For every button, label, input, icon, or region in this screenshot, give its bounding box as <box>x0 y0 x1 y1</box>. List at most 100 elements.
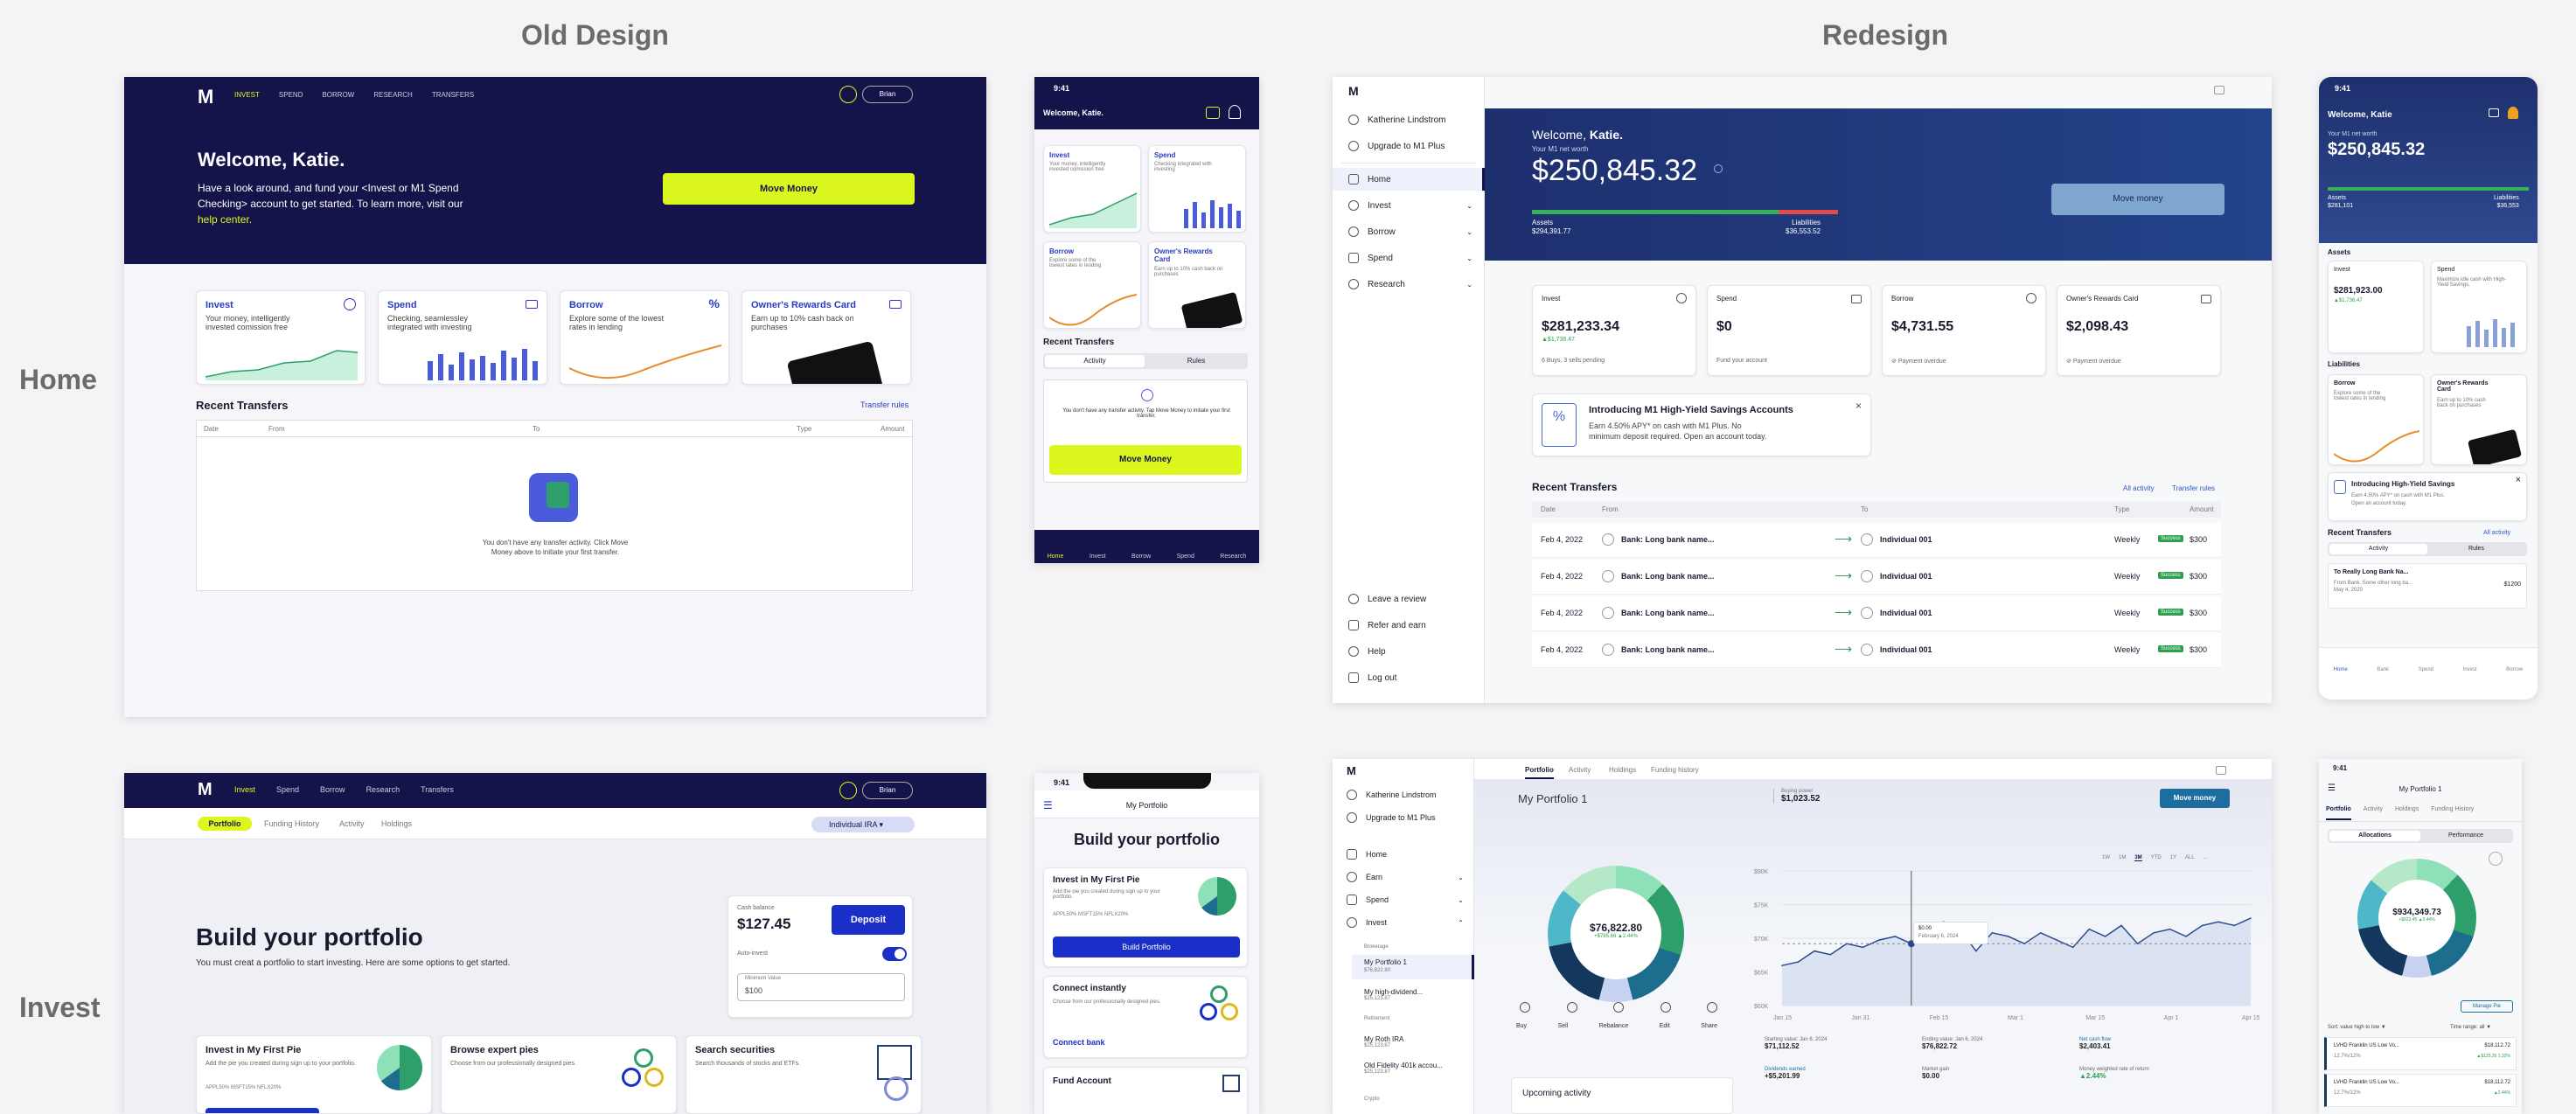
hysa-promo[interactable]: % Introducing M1 High-Yield Savings Acco… <box>1532 393 1871 456</box>
upgrade-link[interactable]: Upgrade to M1 Plus <box>1333 135 1445 157</box>
deposit-button[interactable]: Deposit <box>832 905 905 935</box>
nav-spend[interactable]: SPEND <box>279 91 303 99</box>
holding-row[interactable]: LVHD Franklin US Low Vo... 12.7%/12% $18… <box>2324 1037 2517 1070</box>
nav-transfers[interactable]: Transfers <box>421 785 454 794</box>
tab-holdings[interactable]: Holdings <box>1609 766 1636 774</box>
nav-research[interactable]: Research <box>366 785 400 794</box>
nav-borrow[interactable]: Borrow <box>320 785 345 794</box>
allocation-donut[interactable]: $934,349.73 +$923.45 ▲2.44% <box>2357 859 2476 978</box>
tab-invest[interactable]: Invest <box>2463 667 2477 700</box>
seg-allocations[interactable]: Allocations <box>2329 831 2420 841</box>
move-money-button[interactable]: Move money <box>2160 789 2230 808</box>
tab-holdings[interactable]: Holdings <box>381 819 412 828</box>
user-menu[interactable]: Brian <box>862 782 913 799</box>
sidebar-item-spend[interactable]: Spend ⌄ <box>1333 247 1472 269</box>
invest-card[interactable]: Invest Your money, intelligently investe… <box>1043 145 1141 233</box>
tab-research[interactable]: Research <box>1220 554 1246 560</box>
share-button[interactable]: Share <box>1701 1023 1717 1029</box>
rewards-card[interactable]: Owner's Rewards Card $2,098.43 ⊘ Payment… <box>2057 285 2221 376</box>
help-link[interactable]: Help <box>1333 640 1386 663</box>
nav-spend[interactable]: Spend <box>276 785 299 794</box>
upcoming-activity-card[interactable]: Upcoming activity <box>1511 1077 1733 1114</box>
portfolio-item[interactable]: My high-dividend... $25,123.87 <box>1364 988 1423 1001</box>
time-range-select[interactable]: Time range: all ▼ <box>2450 1025 2491 1030</box>
spend-card[interactable]: Spend $0 Fund your account <box>1707 285 1871 376</box>
transfer-rules-link[interactable]: Transfer rules <box>860 400 909 409</box>
minimum-value-input[interactable]: Minimum Value $100 <box>737 973 905 1001</box>
sidebar-item-invest[interactable]: Invest ⌄ <box>1333 194 1472 217</box>
tab-portfolio[interactable]: Portfolio <box>198 817 252 831</box>
tab-activity[interactable]: Activity <box>1045 355 1145 367</box>
first-pie-card[interactable]: Invest in My First Pie Add the pie you c… <box>1043 867 1248 967</box>
spend-card[interactable]: Spend Checking integrated with investing <box>1148 145 1246 233</box>
table-row[interactable]: Feb 4, 2022 Bank: Long bank name... ⟶ In… <box>1532 560 2221 595</box>
portfolio-item[interactable]: My Roth IRA $25,123.87 <box>1364 1035 1403 1048</box>
tab-activity[interactable]: Activity <box>339 819 365 828</box>
transfer-row[interactable]: To Really Long Bank Na... From Bank, Som… <box>2328 563 2527 609</box>
tab-activity[interactable]: Activity <box>1569 766 1591 774</box>
nav-research[interactable]: RESEARCH <box>373 91 412 99</box>
tab-holdings[interactable]: Holdings <box>2395 806 2419 821</box>
table-row[interactable]: Feb 4, 2022 Bank: Long bank name... ⟶ In… <box>1532 633 2221 668</box>
tab-invest[interactable]: Invest <box>1090 554 1106 560</box>
leave-review-link[interactable]: Leave a review <box>1333 588 1426 610</box>
borrow-card[interactable]: Borrow Explore some of the lowest rates … <box>560 290 729 385</box>
autoinvest-toggle[interactable] <box>882 947 907 961</box>
megaphone-icon[interactable] <box>2214 86 2224 94</box>
manage-pie-button[interactable]: Manage Pie <box>2461 1000 2513 1013</box>
account-select[interactable]: Individual IRA ▾ <box>811 817 915 832</box>
tab-rules[interactable]: Rules <box>2427 544 2525 554</box>
tab-borrow[interactable]: Borrow <box>2506 667 2523 700</box>
buy-button[interactable]: Buy <box>1516 1023 1527 1029</box>
tab-bank[interactable]: Bank <box>2377 667 2389 700</box>
tab-funding-history[interactable]: Funding history <box>1651 766 1699 774</box>
move-money-button[interactable]: Move Money <box>1049 445 1242 475</box>
performance-chart[interactable]: $90K $75K $70K $65K $60K Jan 15 Jan 31 Feb 15 Ma… <box>1752 867 2259 1025</box>
megaphone-icon[interactable] <box>1206 107 1220 119</box>
close-icon[interactable]: × <box>2516 475 2521 485</box>
first-pie-card[interactable]: Invest in My First Pie Add the pie you c… <box>196 1035 432 1114</box>
sidebar-item-borrow[interactable]: Borrow ⌄ <box>1333 220 1472 243</box>
sidebar-item-spend[interactable]: Spend ⌄ <box>1333 888 1464 911</box>
tab-borrow[interactable]: Borrow <box>1131 554 1151 560</box>
tab-spend[interactable]: Spend <box>2419 667 2433 700</box>
transfer-rules-link[interactable]: Transfer rules <box>2172 484 2215 492</box>
search-securities-card[interactable]: Search securities Search thousands of st… <box>686 1035 922 1114</box>
user-profile[interactable]: Katherine Lindstrom <box>1333 108 1446 131</box>
share-icon[interactable] <box>2489 852 2503 866</box>
profile-icon[interactable] <box>1229 105 1241 119</box>
rewards-card[interactable]: Owner's Rewards Card Earn up to 10% cash… <box>1148 241 1246 329</box>
portfolio-item-active[interactable]: My Portfolio 1 $76,822.80 <box>1352 955 1474 979</box>
connect-card[interactable]: Connect instantly Choose from our profes… <box>1043 976 1248 1058</box>
rebalance-button[interactable]: Rebalance <box>1599 1023 1628 1029</box>
hysa-promo[interactable]: Introducing High-Yield Savings Earn 4.50… <box>2328 472 2527 521</box>
refer-earn-link[interactable]: Refer and earn <box>1333 614 1426 637</box>
sidebar-item-home[interactable]: Home <box>1333 843 1387 866</box>
rewards-card[interactable]: Owner's Rewards Card Earn up to 10% cash… <box>2431 374 2527 465</box>
sell-button[interactable]: Sell <box>1558 1023 1569 1029</box>
tab-activity[interactable]: Activity <box>2364 806 2383 821</box>
expert-pies-card[interactable]: Browse expert pies Choose from our profe… <box>441 1035 677 1114</box>
tab-funding-history[interactable]: Funding History <box>2431 806 2474 821</box>
sidebar-item-research[interactable]: Research ⌄ <box>1333 273 1472 296</box>
table-row[interactable]: Feb 4, 2022 Bank: Long bank name... ⟶ In… <box>1532 523 2221 558</box>
all-activity-link[interactable]: All activity <box>2483 530 2510 536</box>
nav-invest[interactable]: INVEST <box>234 91 260 99</box>
nav-borrow[interactable]: BORROW <box>322 91 354 99</box>
nav-invest[interactable]: Invest <box>234 785 255 794</box>
move-money-button[interactable]: Move Money <box>663 173 915 205</box>
profile-icon[interactable] <box>2508 107 2518 119</box>
chat-icon[interactable] <box>839 782 857 799</box>
tab-home[interactable]: Home <box>1048 554 1064 560</box>
tab-rules[interactable]: Rules <box>1146 355 1246 367</box>
tab-home[interactable]: Home <box>2334 667 2348 700</box>
tab-portfolio[interactable]: Portfolio <box>2326 806 2351 820</box>
invest-card[interactable]: Invest $281,923.00 ▲$1,736.47 <box>2328 261 2424 353</box>
fund-account-card[interactable]: Fund Account <box>1043 1067 1248 1114</box>
chat-icon[interactable] <box>839 86 857 103</box>
rewards-card[interactable]: Owner's Rewards Card Earn up to 10% cash… <box>741 290 911 385</box>
invest-card[interactable]: Invest Your money, intelligently investe… <box>196 290 366 385</box>
megaphone-icon[interactable] <box>2489 108 2499 117</box>
spend-card[interactable]: Spend Maximize idle cash with High-Yield… <box>2431 261 2527 353</box>
user-profile[interactable]: Katherine Lindstrom <box>1333 783 1437 806</box>
